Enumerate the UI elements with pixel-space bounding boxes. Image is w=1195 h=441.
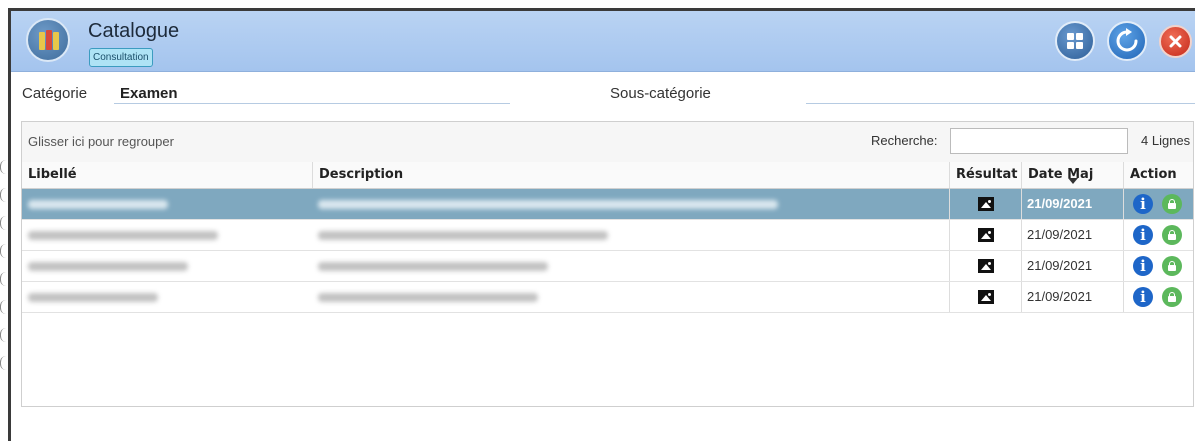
- table-header: Libellé Description Résultat Date Maj Ac…: [22, 162, 1193, 189]
- cell-date: 21/09/2021: [1021, 220, 1123, 250]
- lock-icon[interactable]: [1162, 287, 1182, 307]
- cell-action: i: [1123, 282, 1193, 312]
- grid-icon: [1067, 33, 1083, 49]
- category-underline: [114, 103, 510, 104]
- cell-description: [312, 189, 949, 219]
- table-row[interactable]: 21/09/2021 i: [22, 189, 1193, 220]
- column-header-description[interactable]: Description: [312, 162, 949, 188]
- window-title: Catalogue: [88, 20, 180, 42]
- info-icon[interactable]: i: [1133, 287, 1153, 307]
- image-icon[interactable]: [978, 259, 994, 273]
- table-row[interactable]: 21/09/2021 i: [22, 282, 1193, 313]
- window-top-border: [0, 0, 1195, 11]
- cell-date: 21/09/2021: [1021, 282, 1123, 312]
- sort-desc-icon: [1068, 178, 1078, 184]
- row-count: 4 Lignes: [1141, 133, 1191, 148]
- cell-resultat: [949, 189, 1021, 219]
- info-icon[interactable]: i: [1133, 225, 1153, 245]
- catalogue-grid: Glisser ici pour regrouper Recherche: 4 …: [21, 121, 1194, 407]
- cell-libelle: [22, 251, 312, 281]
- books-icon: [26, 18, 70, 62]
- cell-resultat: [949, 251, 1021, 281]
- column-header-libelle[interactable]: Libellé: [22, 162, 312, 188]
- search-input[interactable]: [950, 128, 1128, 154]
- cell-action: i: [1123, 220, 1193, 250]
- lock-icon[interactable]: [1162, 225, 1182, 245]
- category-label: Catégorie: [22, 85, 88, 102]
- cell-description: [312, 251, 949, 281]
- grid-button[interactable]: [1055, 21, 1095, 61]
- cell-action: i: [1123, 251, 1193, 281]
- table-row[interactable]: 21/09/2021 i: [22, 220, 1193, 251]
- lock-icon[interactable]: [1162, 194, 1182, 214]
- close-button[interactable]: [1159, 25, 1192, 58]
- window-left-border: [8, 10, 11, 441]
- cell-description: [312, 220, 949, 250]
- subcategory-underline: [806, 103, 1195, 104]
- category-select[interactable]: Examen: [120, 85, 178, 102]
- column-header-date-label: Date Maj: [1028, 167, 1094, 182]
- info-icon[interactable]: i: [1133, 256, 1153, 276]
- cell-action: i: [1123, 189, 1193, 219]
- column-header-date[interactable]: Date Maj: [1021, 162, 1123, 188]
- close-icon: [1169, 35, 1182, 48]
- cell-resultat: [949, 220, 1021, 250]
- info-icon[interactable]: i: [1133, 194, 1153, 214]
- cell-libelle: [22, 189, 312, 219]
- mode-badge: Consultation: [89, 48, 153, 67]
- cell-description: [312, 282, 949, 312]
- column-header-resultat[interactable]: Résultat: [949, 162, 1021, 188]
- image-icon[interactable]: [978, 197, 994, 211]
- window-header: Catalogue Consultation: [11, 11, 1195, 72]
- cell-date: 21/09/2021: [1021, 189, 1123, 219]
- cell-libelle: [22, 220, 312, 250]
- column-header-action: Action: [1123, 162, 1193, 188]
- cell-libelle: [22, 282, 312, 312]
- cell-date: 21/09/2021: [1021, 251, 1123, 281]
- lock-icon[interactable]: [1162, 256, 1182, 276]
- subcategory-label: Sous-catégorie: [610, 85, 711, 102]
- cell-resultat: [949, 282, 1021, 312]
- refresh-button[interactable]: [1107, 21, 1147, 61]
- search-label: Recherche:: [871, 133, 938, 148]
- image-icon[interactable]: [978, 228, 994, 242]
- window-edge-marks: [0, 160, 6, 400]
- image-icon[interactable]: [978, 290, 994, 304]
- subcategory-select[interactable]: [810, 85, 1190, 103]
- table-row[interactable]: 21/09/2021 i: [22, 251, 1193, 282]
- refresh-icon: [1116, 28, 1138, 52]
- group-hint: Glisser ici pour regrouper: [28, 134, 174, 149]
- group-drop-zone[interactable]: Glisser ici pour regrouper Recherche: 4 …: [22, 122, 1193, 163]
